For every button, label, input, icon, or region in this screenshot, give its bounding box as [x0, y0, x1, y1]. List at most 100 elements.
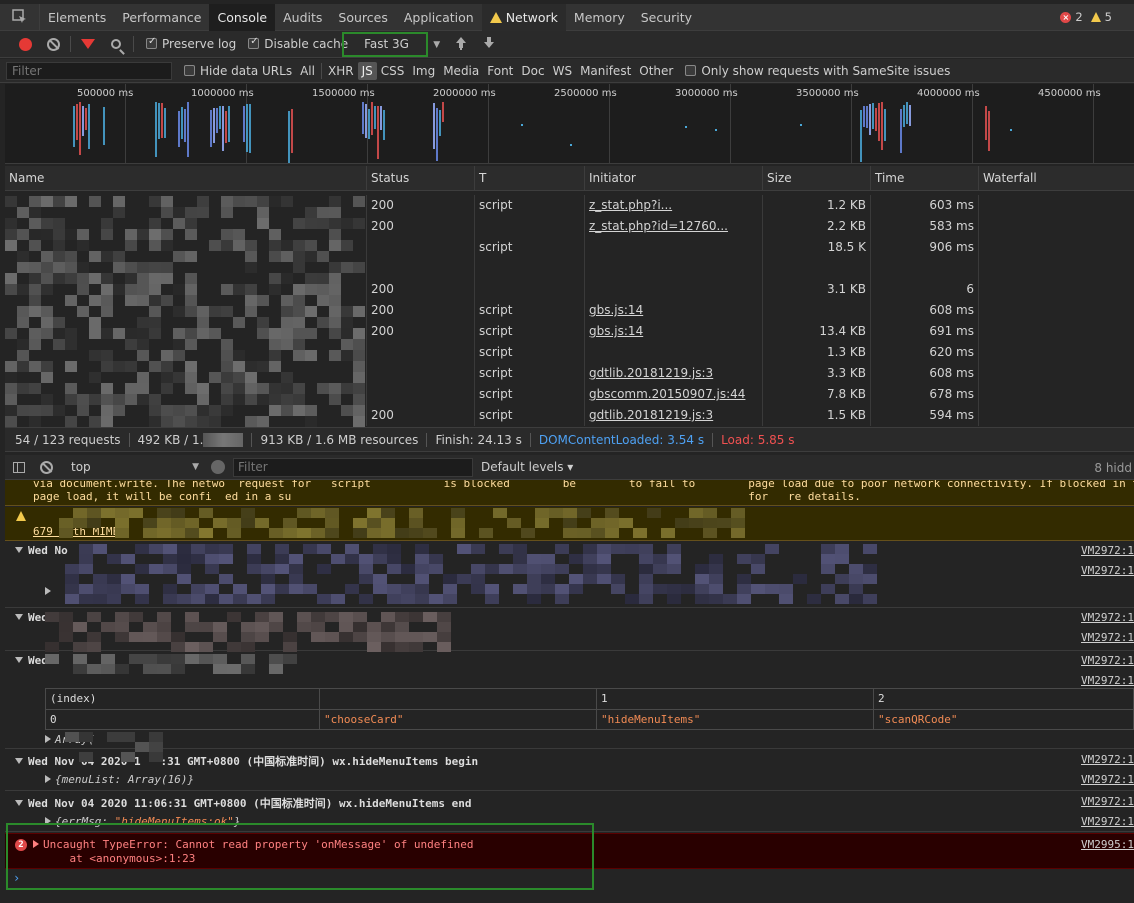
source-link[interactable]: VM2972:1 — [1081, 544, 1134, 557]
cell-initiator[interactable]: z_stat.php?id=12760... — [585, 216, 763, 237]
cell-initiator[interactable]: z_stat.php?i... — [585, 195, 763, 216]
cell-initiator[interactable] — [585, 237, 763, 258]
log-levels-select[interactable]: Default levels ▾ — [481, 460, 573, 474]
tab-network[interactable]: Network — [481, 3, 566, 31]
hide-data-urls-checkbox[interactable]: Hide data URLs — [184, 64, 292, 78]
column-size[interactable]: Size — [763, 166, 871, 191]
pixel-block — [93, 594, 107, 604]
cell-initiator[interactable]: gbs.js:14 — [585, 300, 763, 321]
console-log-group[interactable]: Wed Nov 04 2020 1 :31 GMT+0800 (中国标准时间) … — [5, 750, 1134, 791]
cell-initiator[interactable] — [585, 342, 763, 363]
pixel-block — [115, 508, 129, 518]
pixel-block — [341, 218, 353, 229]
column-status[interactable]: Status — [367, 166, 475, 191]
type-filter-font[interactable]: Font — [483, 62, 517, 80]
source-link[interactable]: VM2972:1 — [1081, 674, 1134, 687]
console-filter-input[interactable] — [233, 457, 473, 477]
network-filter-input[interactable] — [6, 61, 172, 80]
pixel-block — [121, 584, 135, 594]
pixel-block — [381, 518, 395, 528]
cell-initiator[interactable] — [585, 279, 763, 300]
tab-security[interactable]: Security — [633, 4, 700, 31]
type-filter-js[interactable]: JS — [357, 61, 377, 80]
tab-sources[interactable]: Sources — [330, 4, 395, 31]
pixel-block — [527, 594, 541, 604]
type-filter-css[interactable]: CSS — [377, 62, 409, 80]
pixel-block — [373, 584, 387, 594]
pixel-block — [185, 207, 197, 218]
pixel-block — [471, 584, 485, 594]
column-time[interactable]: Time — [871, 166, 979, 191]
source-link[interactable]: VM2972:1 — [1081, 753, 1134, 766]
pixel-block — [221, 394, 233, 405]
column-waterfall[interactable]: Waterfall — [979, 166, 1134, 191]
eye-icon[interactable] — [211, 460, 225, 474]
source-link[interactable]: VM2972:1 — [1081, 564, 1134, 577]
group-header[interactable]: Wed — [15, 611, 48, 624]
context-select[interactable]: top ▼ — [71, 460, 199, 474]
pixel-block — [125, 295, 137, 306]
pixel-block — [173, 372, 185, 383]
search-button[interactable] — [105, 33, 127, 55]
column-name[interactable]: Name — [5, 166, 367, 191]
source-link[interactable]: VM2972:1 — [1081, 654, 1134, 667]
clear-console-button[interactable] — [35, 456, 57, 478]
group-header[interactable]: Wed No — [15, 544, 68, 557]
cell-initiator[interactable]: gdtlib.20181219.js:3 — [585, 363, 763, 384]
inspect-element-icon[interactable] — [0, 3, 40, 31]
group-header[interactable]: Wed Nov 04 2020 11:06:31 GMT+0800 (中国标准时… — [15, 795, 472, 811]
show-sidebar-icon[interactable] — [13, 461, 25, 473]
network-overview-timeline[interactable]: 500000 ms 1000000 ms 1500000 ms 2000000 … — [5, 84, 1134, 164]
pixel-block — [381, 528, 395, 538]
tab-console[interactable]: Console — [209, 3, 276, 31]
pixel-block — [695, 584, 709, 594]
source-link[interactable]: VM2972:1 — [1081, 815, 1134, 828]
export-har-icon[interactable] — [482, 37, 496, 51]
type-filter-media[interactable]: Media — [439, 62, 483, 80]
pixel-block — [359, 594, 373, 604]
expand-triangle-icon[interactable] — [45, 587, 51, 595]
table-row[interactable]: script gbscomm.20150907.js:44 7.8 KB 678 ms — [5, 384, 1134, 405]
type-filter-other[interactable]: Other — [635, 62, 677, 80]
source-link[interactable]: VM2972:1 — [1081, 773, 1134, 786]
tab-elements[interactable]: Elements — [40, 4, 114, 31]
type-filter-manifest[interactable]: Manifest — [576, 62, 635, 80]
source-link[interactable]: VM2972:1 — [1081, 611, 1134, 624]
pixel-block — [331, 554, 345, 564]
source-link[interactable]: VM2972:1 — [1081, 631, 1134, 644]
type-filter-all[interactable]: All — [296, 62, 319, 80]
tab-performance[interactable]: Performance — [114, 4, 209, 31]
disable-cache-checkbox[interactable]: Disable cache — [248, 36, 348, 51]
type-filter-doc[interactable]: Doc — [517, 62, 548, 80]
pixel-block — [709, 574, 723, 584]
import-har-icon[interactable] — [454, 37, 468, 51]
pixel-block — [535, 508, 549, 518]
cell-initiator[interactable]: gdtlib.20181219.js:3 — [585, 405, 763, 426]
issue-counts[interactable]: × 2 5 — [1060, 10, 1112, 24]
type-filter-ws[interactable]: WS — [549, 62, 576, 80]
tab-audits[interactable]: Audits — [275, 4, 330, 31]
object-preview[interactable]: {menuList: Array(16)} — [45, 773, 194, 786]
column-initiator[interactable]: Initiator — [585, 166, 763, 191]
tab-memory[interactable]: Memory — [566, 4, 633, 31]
pixel-block — [317, 251, 329, 262]
throttling-select[interactable]: Fast 3G ▼ — [342, 31, 440, 57]
clear-button[interactable] — [42, 33, 64, 55]
filter-toggle-button[interactable] — [77, 33, 99, 55]
tab-application[interactable]: Application — [396, 4, 482, 31]
preserve-log-checkbox[interactable]: Preserve log — [146, 36, 236, 51]
cell-time: 603 ms — [871, 195, 979, 216]
source-link[interactable]: VM2972:1 — [1081, 795, 1134, 808]
cell-initiator[interactable]: gbs.js:14 — [585, 321, 763, 342]
pixel-block — [157, 654, 171, 664]
type-filter-xhr[interactable]: XHR — [324, 62, 358, 80]
pixel-block — [329, 218, 341, 229]
cell-initiator[interactable] — [585, 258, 763, 279]
source-link[interactable]: VM2995:1 — [1081, 838, 1134, 851]
record-button[interactable] — [14, 33, 36, 55]
column-type[interactable]: T — [475, 166, 585, 191]
cell-initiator[interactable]: gbscomm.20150907.js:44 — [585, 384, 763, 405]
type-filter-img[interactable]: Img — [408, 62, 439, 80]
group-header[interactable]: Wed — [15, 654, 48, 667]
samesite-checkbox[interactable]: Only show requests with SameSite issues — [685, 64, 950, 78]
